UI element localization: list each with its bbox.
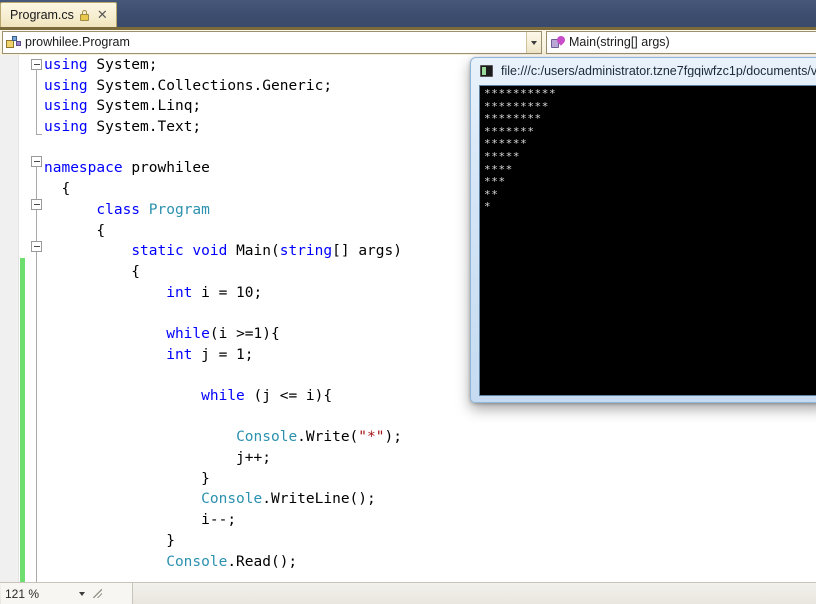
status-bar: 121 % bbox=[0, 582, 816, 604]
code-token: while bbox=[201, 388, 254, 404]
code-token: using bbox=[44, 98, 97, 115]
code-token: i = 10; bbox=[201, 284, 263, 301]
class-icon bbox=[6, 35, 21, 50]
console-window[interactable]: file:///c:/users/administrator.tzne7fgqi… bbox=[470, 57, 816, 403]
code-token: i--; bbox=[44, 512, 237, 529]
code-line: j++; bbox=[44, 448, 816, 469]
code-token: { bbox=[44, 222, 106, 239]
code-token: using bbox=[44, 57, 97, 73]
close-icon[interactable]: ✕ bbox=[97, 9, 108, 22]
code-token: System; bbox=[96, 57, 158, 73]
code-token: [] args) bbox=[332, 243, 402, 260]
outline-collapse-box[interactable] bbox=[31, 241, 42, 252]
resize-grip-icon[interactable] bbox=[93, 589, 103, 598]
code-token: } bbox=[44, 470, 210, 487]
code-token: prowhilee bbox=[131, 160, 210, 177]
code-token: Console bbox=[236, 429, 298, 446]
zoom-control[interactable]: 121 % bbox=[1, 583, 133, 604]
code-token: using bbox=[44, 119, 97, 136]
code-line: } bbox=[44, 469, 816, 490]
code-token: System.Text; bbox=[96, 119, 202, 136]
navigation-bar: prowhilee.Program Main(string[] args) bbox=[0, 30, 816, 55]
code-token: Console bbox=[166, 553, 228, 570]
change-tracking-bar bbox=[20, 258, 25, 582]
code-token: ); bbox=[384, 429, 402, 446]
console-title-bar[interactable]: file:///c:/users/administrator.tzne7fgqi… bbox=[471, 58, 816, 84]
document-tab-program-cs[interactable]: Program.cs ✕ bbox=[0, 2, 117, 27]
code-token: (j <= i){ bbox=[253, 388, 333, 404]
outline-endcap bbox=[36, 134, 42, 135]
method-icon bbox=[550, 33, 567, 50]
visual-studio-window: Program.cs ✕ prowhilee.Program Main(stri… bbox=[0, 0, 816, 604]
console-output-text: ********** ********* ******** ******* **… bbox=[484, 87, 557, 214]
code-token: } bbox=[44, 532, 175, 549]
code-token: int bbox=[166, 284, 202, 301]
code-line: Console.Read(); bbox=[44, 552, 816, 573]
outline-collapse-box[interactable] bbox=[31, 156, 42, 167]
console-icon bbox=[480, 65, 493, 77]
indicator-margin[interactable] bbox=[0, 55, 19, 582]
code-token: static void bbox=[131, 243, 237, 260]
code-token: { bbox=[44, 263, 141, 280]
code-token: .Write( bbox=[297, 429, 359, 446]
chevron-down-icon[interactable] bbox=[526, 32, 541, 53]
code-token: System.Collections.Generic; bbox=[96, 77, 333, 94]
outline-guide-line bbox=[36, 70, 37, 134]
code-token: Program bbox=[148, 201, 210, 218]
type-dropdown[interactable]: prowhilee.Program bbox=[2, 31, 542, 54]
code-token: string bbox=[279, 243, 333, 260]
code-token: while bbox=[166, 325, 210, 342]
member-dropdown[interactable]: Main(string[] args) bbox=[546, 31, 816, 54]
zoom-level-label: 121 % bbox=[5, 586, 40, 601]
code-token: j = 1; bbox=[201, 346, 254, 363]
code-token: Console bbox=[201, 491, 263, 508]
code-line: } bbox=[44, 531, 816, 552]
outline-collapse-box[interactable] bbox=[31, 199, 42, 210]
lock-icon bbox=[79, 9, 89, 21]
console-output-area: ********** ********* ******** ******* **… bbox=[479, 85, 816, 396]
code-token: class bbox=[96, 201, 149, 218]
outline-collapse-box[interactable] bbox=[31, 59, 42, 70]
code-token: namespace bbox=[44, 160, 132, 177]
outline-guide-line bbox=[36, 167, 37, 582]
code-line: Console.WriteLine(); bbox=[44, 489, 816, 510]
code-token: Main( bbox=[236, 243, 280, 260]
code-token: .WriteLine(); bbox=[262, 491, 376, 508]
code-token: "*" bbox=[358, 429, 385, 446]
code-token: { bbox=[44, 181, 71, 198]
code-token: .Read(); bbox=[227, 553, 298, 570]
document-tab-label: Program.cs bbox=[10, 7, 74, 22]
code-token: System.Linq; bbox=[96, 98, 202, 115]
code-line: i--; bbox=[44, 510, 816, 531]
console-title-text: file:///c:/users/administrator.tzne7fgqi… bbox=[501, 64, 816, 78]
type-dropdown-value: prowhilee.Program bbox=[25, 35, 130, 50]
chevron-down-icon[interactable] bbox=[79, 591, 86, 596]
tab-strip bbox=[0, 0, 816, 27]
code-line: Console.Write("*"); bbox=[44, 427, 816, 448]
code-token: int bbox=[166, 346, 202, 363]
member-dropdown-value: Main(string[] args) bbox=[569, 35, 670, 50]
code-token: (i >=1){ bbox=[209, 325, 280, 342]
code-token: using bbox=[44, 77, 97, 94]
code-token: j++; bbox=[44, 450, 271, 467]
